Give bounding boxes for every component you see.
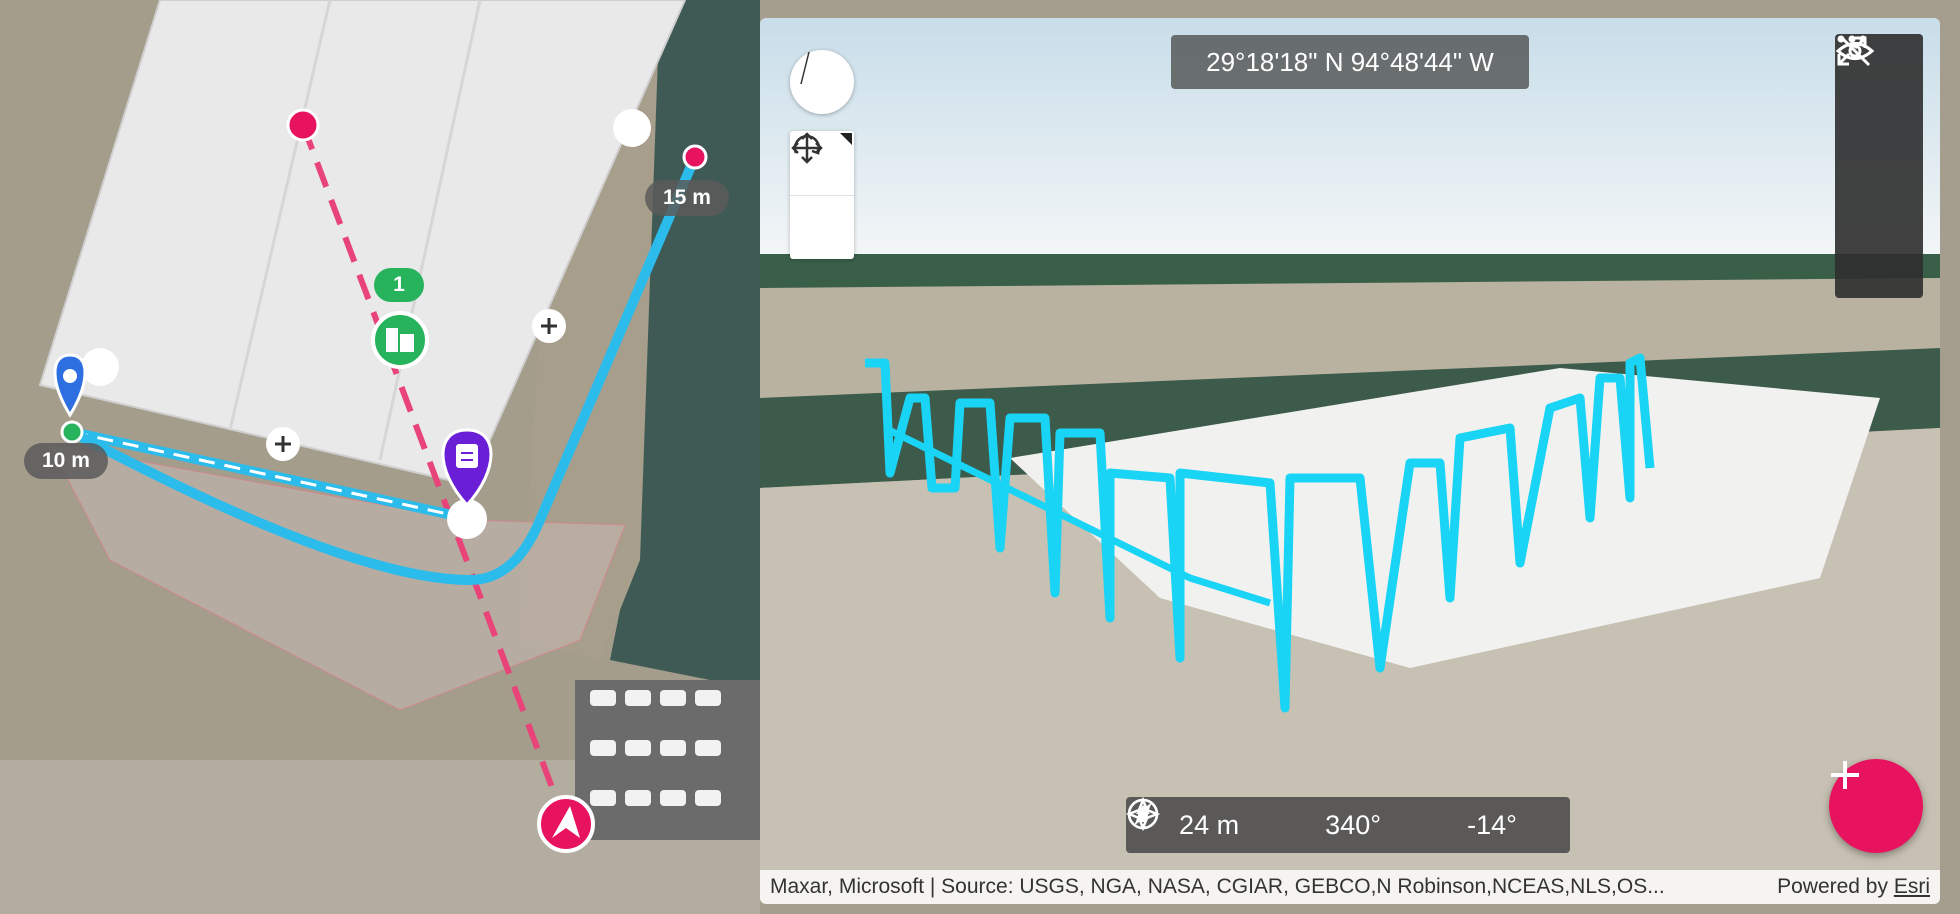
tilt-stat: -14° <box>1126 797 1517 841</box>
right-toolbar <box>1835 34 1923 298</box>
compass-button[interactable] <box>790 50 854 114</box>
plus-icon[interactable] <box>266 427 300 461</box>
building-icon[interactable] <box>371 311 429 369</box>
more-button[interactable] <box>1835 35 1923 298</box>
waypoint-handle[interactable] <box>81 348 119 386</box>
attribution-bar: Maxar, Microsoft | Source: USGS, NGA, NA… <box>760 870 1940 904</box>
add-button[interactable] <box>1829 759 1923 853</box>
scene-canvas[interactable] <box>760 18 1940 904</box>
tilt-value: -14° <box>1467 809 1517 840</box>
map-2d-canvas[interactable] <box>0 0 760 914</box>
distance-label: 10 m <box>24 443 108 479</box>
waypoint-red-start[interactable] <box>286 108 320 142</box>
powered-by-text: Powered by <box>1777 875 1894 898</box>
more-icon <box>1837 35 1867 43</box>
navigation-arrow-icon[interactable] <box>537 795 595 853</box>
start-point[interactable] <box>60 420 84 444</box>
camera-stats-bar: 24 m 340° -14° <box>1126 797 1570 853</box>
navigation-mode-group <box>790 131 854 259</box>
plus-icon[interactable] <box>532 309 566 343</box>
distance-label: 15 m <box>645 180 729 216</box>
altitude-stat: 24 m <box>1127 798 1240 841</box>
add-icon <box>1831 761 1859 789</box>
expand-button[interactable] <box>1835 36 1923 210</box>
heading-value: 340° <box>1325 809 1382 840</box>
scene-view-3d[interactable]: 29°18'18" N 94°48'44" W 24 m 340° -14° M… <box>760 18 1940 904</box>
cluster-count: 1 <box>393 273 405 296</box>
powered-by: Powered by Esri <box>1777 875 1930 899</box>
waypoint-red-end[interactable] <box>682 144 708 170</box>
waypoint-handle[interactable] <box>613 109 651 147</box>
rotate-button[interactable] <box>790 135 854 260</box>
coordinates-display: 29°18'18" N 94°48'44" W <box>1171 35 1529 89</box>
esri-link[interactable]: Esri <box>1894 875 1930 898</box>
altitude-value: 24 m <box>1179 809 1240 840</box>
rotate-icon <box>793 135 821 155</box>
heading-stat: 340° <box>1127 798 1382 841</box>
nav-corner-indicator <box>840 133 852 145</box>
compass-icon <box>800 51 810 85</box>
tilt-icon <box>1126 797 1160 831</box>
coordinates-text: 29°18'18" N 94°48'44" W <box>1206 46 1494 77</box>
cluster-badge[interactable]: 1 <box>374 268 424 302</box>
attribution-source: Maxar, Microsoft | Source: USGS, NGA, NA… <box>770 875 1665 898</box>
